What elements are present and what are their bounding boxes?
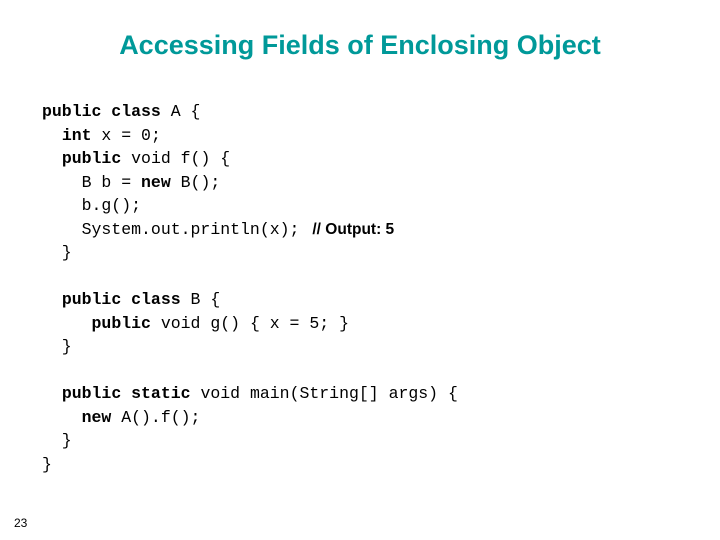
code-line: new A().f(); [42,406,682,430]
code-text: A { [160,102,201,121]
slide-canvas: Accessing Fields of Enclosing Object pub… [0,0,720,540]
code-line: public class B { [42,288,682,312]
code-line: int x = 0; [42,124,682,148]
code-line: } [42,453,682,477]
code-text: B b = [42,172,142,192]
code-line: public void g() { x = 5; } [42,312,682,336]
code-text: } [42,243,72,262]
code-keyword: public [91,313,151,333]
slide-number: 23 [14,516,28,530]
code-keyword: public [61,149,122,168]
code-line: } [42,335,682,359]
code-text: System.out.println(x); [42,219,300,239]
code-line: public void f() { [42,147,682,171]
code-text: void g() { x = 5; } [150,313,349,333]
code-comment: // Output: 5 [299,220,395,238]
code-line: public class A { [42,100,682,124]
code-keyword: int [61,125,92,145]
code-text: void main(String[] args) { [190,384,458,403]
code-line: } [42,429,682,453]
code-text: } [42,431,72,450]
code-text: } [42,454,52,474]
code-text: void f() { [121,149,231,168]
code-line: System.out.println(x); // Output: 5 [42,218,682,242]
code-keyword: public static [61,384,191,403]
code-block: public class A { int x = 0; public void … [42,100,682,476]
code-line: B b = new B(); [42,171,682,195]
code-text: B { [180,290,221,309]
code-text: B(); [170,172,221,192]
code-text: } [42,337,72,356]
code-line: public static void main(String[] args) { [42,382,682,406]
code-keyword: new [81,407,112,427]
page-title: Accessing Fields of Enclosing Object [119,30,601,60]
code-text: A().f(); [111,407,201,427]
code-text: b.g(); [42,196,142,215]
code-keyword: new [141,172,171,192]
code-text: x = 0; [91,125,161,145]
code-keyword: public class [42,102,161,121]
code-line: b.g(); [42,194,682,218]
code-line: } [42,241,682,265]
code-keyword: public class [61,290,181,309]
